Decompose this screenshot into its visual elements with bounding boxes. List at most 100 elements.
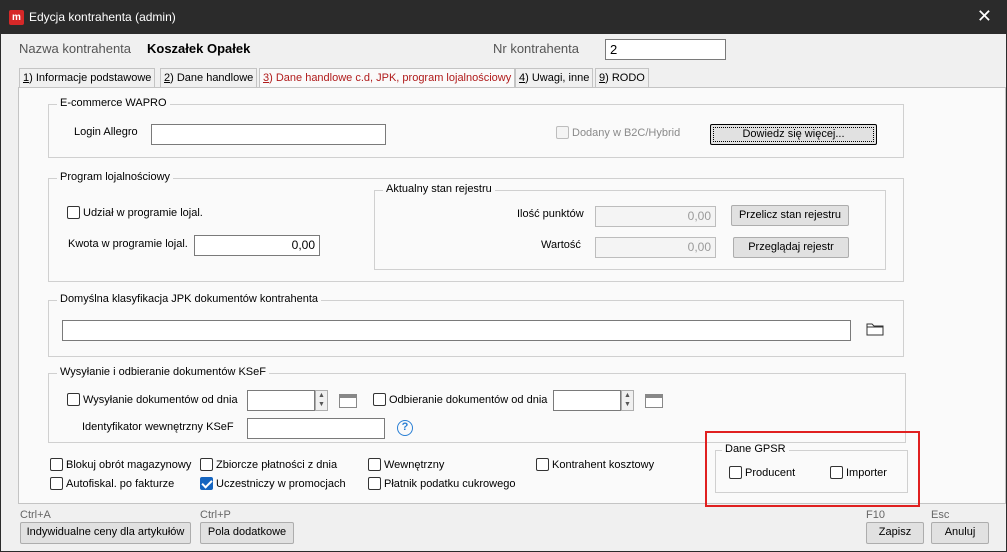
tab-rodo[interactable]: 9) RODO [595,68,649,88]
value-input[interactable]: 0,00 [595,237,716,258]
promotions-label: Uczestniczy w promocjach [216,477,346,490]
gpsr-group: Dane GPSR Producent Importer [715,443,908,493]
shortcut-ctrl-p: Ctrl+P [200,509,231,521]
tab-panel: E-commerce WAPRO Login Allegro Dodany w … [18,87,1006,507]
checkbox-box [67,393,80,406]
checkbox-box [373,393,386,406]
help-icon[interactable]: ? [397,420,413,436]
save-button[interactable]: Zapisz [866,522,924,544]
ecommerce-group: E-commerce WAPRO Login Allegro Dodany w … [48,97,904,158]
block-stock-label: Blokuj obrót magazynowy [66,458,192,471]
collective-payments-label: Zbiorcze płatności z dnia [216,458,338,471]
name-label: Nazwa kontrahenta [19,41,132,56]
tab-label: ) RODO [605,72,645,84]
jpk-group: Domyślna klasyfikacja JPK dokumentów kon… [48,293,904,357]
close-icon[interactable]: ✕ [977,6,992,27]
folder-icon[interactable] [866,321,884,339]
spin-up-icon[interactable]: ▲ [622,391,633,400]
nr-label: Nr kontrahenta [493,41,579,56]
tab-label: ) Informacje podstawowe [29,72,152,84]
extra-fields-button[interactable]: Pola dodatkowe [200,522,294,544]
importer-label: Importer [846,466,887,479]
calendar-icon[interactable] [339,394,357,408]
register-group: Aktualny stan rejestru Ilość punktów 0,0… [374,183,886,270]
tab-informacje[interactable]: 1) Informacje podstawowe [19,68,156,88]
ksef-title: Wysyłanie i odbieranie dokumentów KSeF [57,366,269,378]
checkbox-box [729,466,742,479]
name-value: Koszałek Opałek [147,41,251,56]
cancel-button[interactable]: Anuluj [931,522,989,544]
collective-payments-checkbox[interactable]: Zbiorcze płatności z dnia [200,458,337,471]
ksef-internal-id-input[interactable] [247,418,385,439]
ecommerce-title: E-commerce WAPRO [57,97,170,109]
tab-label: ) Uwagi, inne [525,72,590,84]
checkbox-box [50,458,63,471]
loyalty-participate-checkbox[interactable]: Udział w programie lojal. [67,206,203,219]
loyalty-amount-input[interactable]: 0,00 [194,235,320,256]
block-stock-checkbox[interactable]: Blokuj obrót magazynowy [50,458,191,471]
ksef-receive-checkbox[interactable]: Odbieranie dokumentów od dnia [373,393,547,406]
cost-contractor-checkbox[interactable]: Kontrahent kosztowy [536,458,654,471]
points-label: Ilość punktów [517,208,584,220]
b2c-label: Dodany w B2C/Hybrid [572,126,681,139]
jpk-title: Domyślna klasyfikacja JPK dokumentów kon… [57,293,322,305]
tab-label: ) Dane handlowe [170,72,254,84]
sugar-tax-checkbox[interactable]: Płatnik podatku cukrowego [368,477,515,490]
cost-contractor-label: Kontrahent kosztowy [552,458,655,471]
spin-down-icon[interactable]: ▼ [622,400,633,409]
login-allegro-input[interactable] [151,124,386,145]
ksef-send-date-input[interactable] [247,390,315,411]
points-input[interactable]: 0,00 [595,206,716,227]
promotions-checkbox[interactable]: Uczestniczy w promocjach [200,477,346,490]
ksef-receive-date-input[interactable] [553,390,621,411]
checkbox-box [200,458,213,471]
internal-checkbox[interactable]: Wewnętrzny [368,458,444,471]
autofiscal-checkbox[interactable]: Autofiskal. po fakturze [50,477,174,490]
learn-more-button[interactable]: Dowiedz się więcej... [710,124,877,145]
nr-input[interactable]: 2 [605,39,726,60]
checkbox-box [200,477,213,490]
ksef-send-label: Wysyłanie dokumentów od dnia [83,393,238,406]
spin-up-icon[interactable]: ▲ [316,391,327,400]
shortcut-esc: Esc [931,509,950,521]
importer-checkbox[interactable]: Importer [830,466,887,479]
checkbox-box [536,458,549,471]
internal-label: Wewnętrzny [384,458,445,471]
ksef-receive-spinner[interactable]: ▲ ▼ [621,390,634,411]
checkbox-box [50,477,63,490]
loyalty-participate-label: Udział w programie lojal. [83,206,203,219]
browse-register-button[interactable]: Przeglądaj rejestr [733,237,849,258]
b2c-checkbox[interactable]: Dodany w B2C/Hybrid [556,126,680,139]
recalc-register-button[interactable]: Przelicz stan rejestru [731,205,849,226]
tab-uwagi[interactable]: 4) Uwagi, inne [515,68,594,88]
title-bar[interactable]: m Edycja kontrahenta (admin) ✕ [1,1,1006,34]
calendar-icon[interactable] [645,394,663,408]
tab-dane-handlowe-cd[interactable]: 3) Dane handlowe c.d, JPK, program lojal… [259,68,516,89]
autofiscal-label: Autofiskal. po fakturze [66,477,175,490]
individual-prices-button[interactable]: Indywidualne ceny dla artykułów [20,522,191,544]
producer-checkbox[interactable]: Producent [729,466,795,479]
sugar-tax-label: Płatnik podatku cukrowego [384,477,516,490]
loyalty-amount-label: Kwota w programie lojal. [68,238,188,250]
dialog-window: m Edycja kontrahenta (admin) ✕ Nazwa kon… [0,0,1007,552]
tab-label: ) Dane handlowe c.d, JPK, program lojaln… [269,72,512,84]
value-label: Wartość [541,239,581,251]
gpsr-title: Dane GPSR [722,443,789,455]
checkbox-box [830,466,843,479]
window-title: Edycja kontrahenta (admin) [29,10,176,24]
spin-down-icon[interactable]: ▼ [316,400,327,409]
loyalty-group: Program lojalnościowy Udział w programie… [48,171,904,282]
shortcut-f10: F10 [866,509,885,521]
checkbox-box [556,126,569,139]
ksef-receive-label: Odbieranie dokumentów od dnia [389,393,548,406]
ksef-internal-id-label: Identyfikator wewnętrzny KSeF [82,421,234,433]
login-allegro-label: Login Allegro [74,126,138,138]
jpk-classification-input[interactable] [62,320,851,341]
producer-label: Producent [745,466,796,479]
checkbox-box [368,458,381,471]
tab-dane-handlowe[interactable]: 2) Dane handlowe [160,68,258,88]
checkbox-box [368,477,381,490]
ksef-send-spinner[interactable]: ▲ ▼ [315,390,328,411]
ksef-send-checkbox[interactable]: Wysyłanie dokumentów od dnia [67,393,238,406]
register-title: Aktualny stan rejestru [383,183,495,195]
